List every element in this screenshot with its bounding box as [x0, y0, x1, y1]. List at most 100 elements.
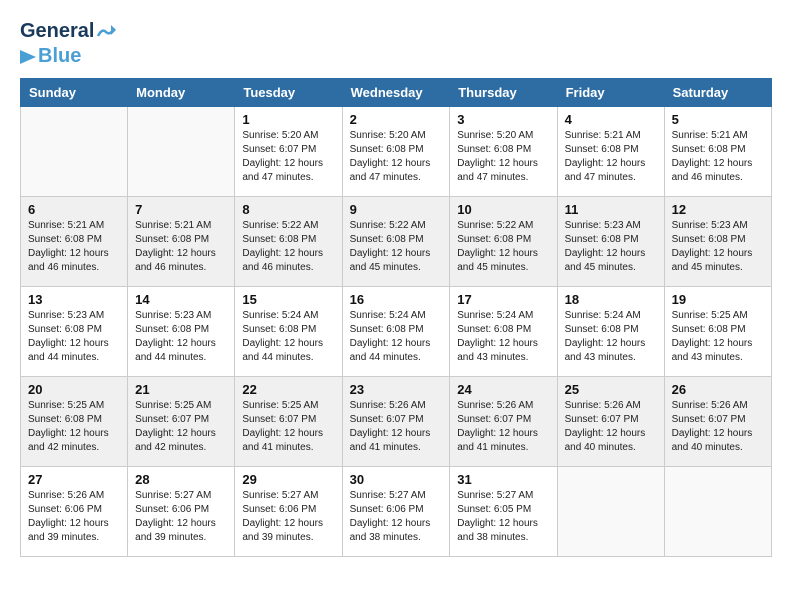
- calendar-cell: 21 Sunrise: 5:25 AM Sunset: 6:07 PM Dayli…: [128, 377, 235, 467]
- day-number: 25: [565, 382, 657, 397]
- day-number: 29: [242, 472, 334, 487]
- day-number: 4: [565, 112, 657, 127]
- header-friday: Friday: [557, 79, 664, 107]
- calendar-cell: 28 Sunrise: 5:27 AM Sunset: 6:06 PM Dayli…: [128, 467, 235, 557]
- day-number: 10: [457, 202, 549, 217]
- day-number: 3: [457, 112, 549, 127]
- day-number: 8: [242, 202, 334, 217]
- calendar-cell: [128, 107, 235, 197]
- day-number: 21: [135, 382, 227, 397]
- day-number: 16: [350, 292, 443, 307]
- calendar-cell: 31Sunrise: 5:27 AM Sunset: 6:05 PM Dayli…: [450, 467, 557, 557]
- day-number: 1: [242, 112, 334, 127]
- logo-blue-label: Blue: [38, 45, 81, 68]
- day-number: 7: [135, 202, 227, 217]
- calendar-cell: 5 Sunrise: 5:21 AM Sunset: 6:08 PM Daylig…: [664, 107, 771, 197]
- day-number: 14: [135, 292, 227, 307]
- day-info: Sunrise: 5:23 AM Sunset: 6:08 PM Dayligh…: [565, 219, 657, 275]
- day-number: 19: [672, 292, 764, 307]
- calendar-cell: 2 Sunrise: 5:20 AM Sunset: 6:08 PM Daylig…: [342, 107, 450, 197]
- calendar-cell: 9Sunrise: 5:22 AM Sunset: 6:08 PM Daylig…: [342, 197, 450, 287]
- calendar-cell: 1 Sunrise: 5:20 AM Sunset: 6:07 PM Daylig…: [235, 107, 342, 197]
- calendar-cell: 25 Sunrise: 5:26 AM Sunset: 6:07 PM Dayli…: [557, 377, 664, 467]
- calendar-cell: 19 Sunrise: 5:25 AM Sunset: 6:08 PM Dayli…: [664, 287, 771, 377]
- header-sunday: Sunday: [21, 79, 128, 107]
- day-number: 30: [350, 472, 443, 487]
- day-info: Sunrise: 5:22 AM Sunset: 6:08 PM Dayligh…: [350, 219, 443, 275]
- day-info: Sunrise: 5:25 AM Sunset: 6:07 PM Dayligh…: [135, 399, 227, 455]
- header-monday: Monday: [128, 79, 235, 107]
- calendar-cell: 13 Sunrise: 5:23 AM Sunset: 6:08 PM Dayli…: [21, 287, 128, 377]
- day-info: Sunrise: 5:24 AM Sunset: 6:08 PM Dayligh…: [457, 309, 549, 365]
- day-info: Sunrise: 5:27 AM Sunset: 6:06 PM Dayligh…: [242, 489, 334, 545]
- calendar-cell: 14Sunrise: 5:23 AM Sunset: 6:08 PM Dayli…: [128, 287, 235, 377]
- calendar-cell: 12 Sunrise: 5:23 AM Sunset: 6:08 PM Dayli…: [664, 197, 771, 287]
- day-info: Sunrise: 5:23 AM Sunset: 6:08 PM Dayligh…: [672, 219, 764, 275]
- calendar-cell: 17 Sunrise: 5:24 AM Sunset: 6:08 PM Dayli…: [450, 287, 557, 377]
- day-info: Sunrise: 5:26 AM Sunset: 6:07 PM Dayligh…: [672, 399, 764, 455]
- calendar-cell: 8Sunrise: 5:22 AM Sunset: 6:08 PM Daylig…: [235, 197, 342, 287]
- day-number: 31: [457, 472, 549, 487]
- calendar-cell: 29 Sunrise: 5:27 AM Sunset: 6:06 PM Dayli…: [235, 467, 342, 557]
- day-number: 26: [672, 382, 764, 397]
- calendar-cell: [664, 467, 771, 557]
- day-info: Sunrise: 5:27 AM Sunset: 6:06 PM Dayligh…: [135, 489, 227, 545]
- logo-wave-icon: [96, 22, 116, 42]
- calendar-cell: 18 Sunrise: 5:24 AM Sunset: 6:08 PM Dayli…: [557, 287, 664, 377]
- page-header: General Blue: [20, 20, 772, 68]
- calendar-cell: 15 Sunrise: 5:24 AM Sunset: 6:08 PM Dayli…: [235, 287, 342, 377]
- day-info: Sunrise: 5:21 AM Sunset: 6:08 PM Dayligh…: [672, 129, 764, 185]
- day-number: 2: [350, 112, 443, 127]
- calendar-cell: 27 Sunrise: 5:26 AM Sunset: 6:06 PM Dayli…: [21, 467, 128, 557]
- day-info: Sunrise: 5:25 AM Sunset: 6:07 PM Dayligh…: [242, 399, 334, 455]
- calendar-cell: 24Sunrise: 5:26 AM Sunset: 6:07 PM Dayli…: [450, 377, 557, 467]
- calendar-table: SundayMondayTuesdayWednesdayThursdayFrid…: [20, 78, 772, 557]
- day-info: Sunrise: 5:26 AM Sunset: 6:07 PM Dayligh…: [565, 399, 657, 455]
- header-saturday: Saturday: [664, 79, 771, 107]
- day-number: 18: [565, 292, 657, 307]
- calendar-cell: 6 Sunrise: 5:21 AM Sunset: 6:08 PM Daylig…: [21, 197, 128, 287]
- calendar-cell: [21, 107, 128, 197]
- day-info: Sunrise: 5:23 AM Sunset: 6:08 PM Dayligh…: [28, 309, 120, 365]
- logo: General Blue: [20, 20, 116, 68]
- calendar-cell: 16Sunrise: 5:24 AM Sunset: 6:08 PM Dayli…: [342, 287, 450, 377]
- day-number: 5: [672, 112, 764, 127]
- day-info: Sunrise: 5:20 AM Sunset: 6:08 PM Dayligh…: [350, 129, 443, 185]
- day-info: Sunrise: 5:20 AM Sunset: 6:07 PM Dayligh…: [242, 129, 334, 185]
- day-info: Sunrise: 5:26 AM Sunset: 6:07 PM Dayligh…: [350, 399, 443, 455]
- day-number: 28: [135, 472, 227, 487]
- day-number: 15: [242, 292, 334, 307]
- day-info: Sunrise: 5:21 AM Sunset: 6:08 PM Dayligh…: [565, 129, 657, 185]
- day-info: Sunrise: 5:20 AM Sunset: 6:08 PM Dayligh…: [457, 129, 549, 185]
- day-number: 22: [242, 382, 334, 397]
- week-row-5: 27 Sunrise: 5:26 AM Sunset: 6:06 PM Dayli…: [21, 467, 772, 557]
- day-info: Sunrise: 5:25 AM Sunset: 6:08 PM Dayligh…: [672, 309, 764, 365]
- day-number: 12: [672, 202, 764, 217]
- calendar-cell: 20Sunrise: 5:25 AM Sunset: 6:08 PM Dayli…: [21, 377, 128, 467]
- day-number: 27: [28, 472, 120, 487]
- day-number: 23: [350, 382, 443, 397]
- calendar-cell: [557, 467, 664, 557]
- day-info: Sunrise: 5:24 AM Sunset: 6:08 PM Dayligh…: [242, 309, 334, 365]
- day-info: Sunrise: 5:21 AM Sunset: 6:08 PM Dayligh…: [135, 219, 227, 275]
- day-info: Sunrise: 5:24 AM Sunset: 6:08 PM Dayligh…: [565, 309, 657, 365]
- logo-general: General: [20, 20, 94, 43]
- day-number: 17: [457, 292, 549, 307]
- day-info: Sunrise: 5:26 AM Sunset: 6:07 PM Dayligh…: [457, 399, 549, 455]
- week-row-3: 13 Sunrise: 5:23 AM Sunset: 6:08 PM Dayli…: [21, 287, 772, 377]
- calendar-cell: 7 Sunrise: 5:21 AM Sunset: 6:08 PM Daylig…: [128, 197, 235, 287]
- day-info: Sunrise: 5:21 AM Sunset: 6:08 PM Dayligh…: [28, 219, 120, 275]
- day-info: Sunrise: 5:22 AM Sunset: 6:08 PM Dayligh…: [457, 219, 549, 275]
- header-tuesday: Tuesday: [235, 79, 342, 107]
- calendar-cell: 22 Sunrise: 5:25 AM Sunset: 6:07 PM Dayli…: [235, 377, 342, 467]
- day-info: Sunrise: 5:26 AM Sunset: 6:06 PM Dayligh…: [28, 489, 120, 545]
- day-number: 13: [28, 292, 120, 307]
- calendar-cell: 30Sunrise: 5:27 AM Sunset: 6:06 PM Dayli…: [342, 467, 450, 557]
- week-row-1: 1 Sunrise: 5:20 AM Sunset: 6:07 PM Daylig…: [21, 107, 772, 197]
- day-number: 6: [28, 202, 120, 217]
- calendar-cell: 10 Sunrise: 5:22 AM Sunset: 6:08 PM Dayli…: [450, 197, 557, 287]
- calendar-cell: 26 Sunrise: 5:26 AM Sunset: 6:07 PM Dayli…: [664, 377, 771, 467]
- day-number: 20: [28, 382, 120, 397]
- calendar-cell: 4 Sunrise: 5:21 AM Sunset: 6:08 PM Daylig…: [557, 107, 664, 197]
- header-thursday: Thursday: [450, 79, 557, 107]
